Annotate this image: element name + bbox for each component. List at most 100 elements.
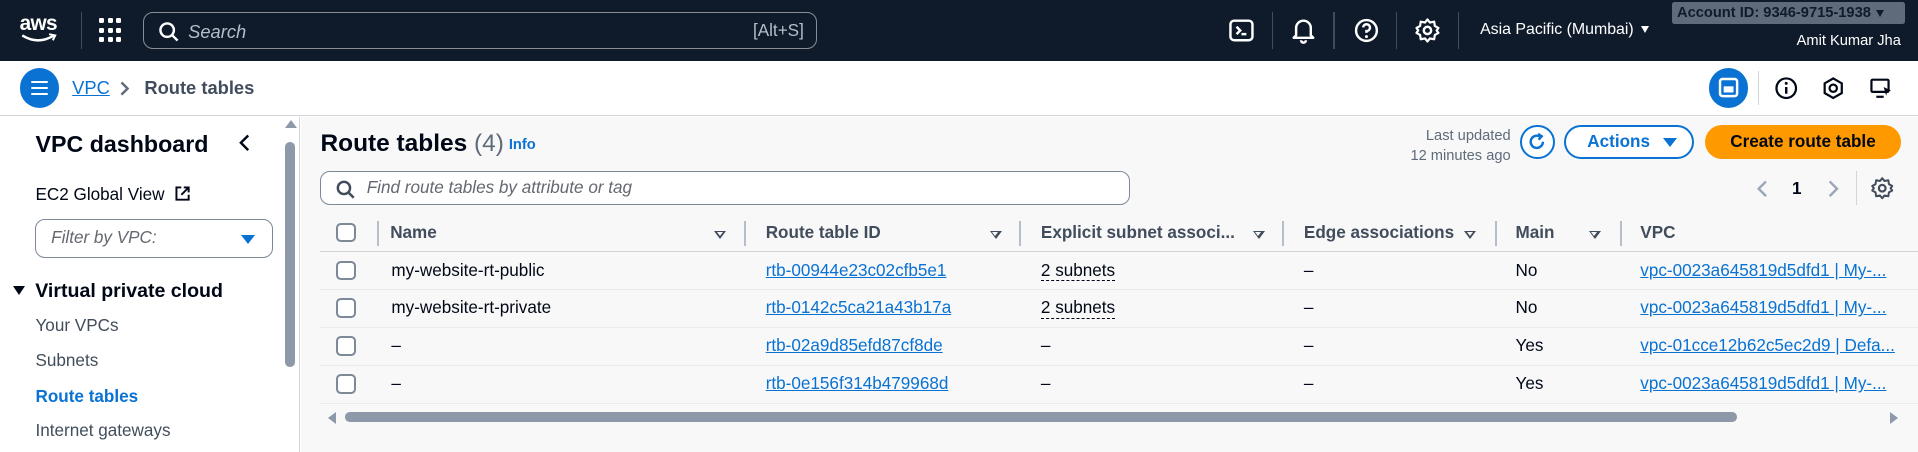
- info-link[interactable]: Info: [509, 137, 536, 153]
- scrollbar-thumb[interactable]: [344, 412, 1737, 422]
- info-panel-icon[interactable]: [1774, 76, 1798, 100]
- aws-logo[interactable]: aws: [20, 12, 62, 47]
- column-header-vpc[interactable]: VPC: [1640, 223, 1675, 243]
- breadcrumb-current: Route tables: [144, 77, 255, 99]
- sidebar-section-virtual-private-cloud[interactable]: Virtual private cloud: [13, 280, 223, 303]
- table-filter-input[interactable]: Find route tables by attribute or tag: [320, 171, 1131, 206]
- sort-icon[interactable]: [989, 231, 1002, 239]
- cell-route-table-id-link[interactable]: rtb-0e156f314b479968d: [766, 374, 949, 394]
- feedback-panel-icon[interactable]: [1869, 76, 1893, 100]
- filter-by-vpc-placeholder: Filter by VPC:: [51, 228, 157, 248]
- previous-page-icon[interactable]: [1755, 179, 1770, 199]
- top-navigation: aws Search [Alt+S] Asia Pacific (Mumbai)…: [0, 0, 1918, 62]
- sidebar-scrollbar[interactable]: [284, 117, 297, 452]
- table-horizontal-scrollbar[interactable]: [320, 409, 1898, 426]
- cell-subnet-associations: –: [1040, 336, 1051, 356]
- search-placeholder: Search: [188, 20, 247, 42]
- smile-arrow-icon: [21, 33, 57, 42]
- cell-edge-associations: –: [1303, 336, 1314, 356]
- region-caret-icon: [1641, 26, 1650, 33]
- cell-route-table-id-link[interactable]: rtb-0142c5ca21a43b17a: [766, 298, 952, 318]
- page-title-text: Route tables: [320, 129, 468, 157]
- cell-main: No: [1515, 298, 1538, 318]
- table-row[interactable]: my-website-rt-public rtb-00944e23c02cfb5…: [320, 252, 1918, 290]
- column-header-route-table-id[interactable]: Route table ID: [766, 223, 881, 243]
- row-checkbox[interactable]: [336, 336, 356, 356]
- actions-button[interactable]: Actions: [1564, 124, 1695, 159]
- row-checkbox[interactable]: [336, 374, 356, 394]
- cell-route-table-id-link[interactable]: rtb-00944e23c02cfb5e1: [766, 261, 947, 281]
- region-label: Asia Pacific (Mumbai): [1480, 20, 1634, 38]
- cell-vpc-link[interactable]: vpc-0023a645819d5dfd1 | My-...: [1640, 261, 1886, 281]
- cell-main: Yes: [1515, 374, 1544, 394]
- side-menu-button[interactable]: [19, 68, 59, 108]
- column-divider[interactable]: [1018, 221, 1022, 246]
- notifications-icon[interactable]: [1290, 17, 1317, 44]
- column-divider: [376, 221, 380, 246]
- sort-icon[interactable]: [1252, 231, 1265, 239]
- current-page-number[interactable]: 1: [1792, 179, 1802, 199]
- cell-vpc-link[interactable]: vpc-0023a645819d5dfd1 | My-...: [1640, 298, 1886, 318]
- collapse-sidebar-icon[interactable]: [236, 133, 253, 153]
- column-header-explicit-subnet-associations[interactable]: Explicit subnet associ...: [1041, 223, 1235, 243]
- global-search-input[interactable]: Search [Alt+S]: [143, 12, 818, 49]
- section-label: Virtual private cloud: [35, 280, 223, 303]
- cell-subnet-associations: –: [1040, 374, 1051, 394]
- table-row[interactable]: – rtb-0e156f314b479968d – – Yes vpc-0023…: [320, 366, 1918, 404]
- cell-subnet-associations[interactable]: 2 subnets: [1040, 261, 1116, 282]
- cell-route-table-id-link[interactable]: rtb-02a9d85efd87cf8de: [766, 336, 943, 356]
- row-checkbox[interactable]: [336, 298, 356, 318]
- services-grid-icon[interactable]: [99, 18, 123, 42]
- sidebar-item-route-tables[interactable]: Route tables: [35, 387, 138, 407]
- column-header-edge-associations[interactable]: Edge associations: [1304, 223, 1454, 243]
- column-divider[interactable]: [743, 221, 747, 246]
- cell-vpc-link[interactable]: vpc-0023a645819d5dfd1 | My-...: [1640, 374, 1886, 394]
- column-header-main[interactable]: Main: [1516, 223, 1555, 243]
- nav-divider: [1458, 12, 1460, 49]
- sidebar-item-subnets[interactable]: Subnets: [35, 351, 98, 371]
- refresh-button[interactable]: [1520, 124, 1555, 159]
- cell-name: –: [391, 374, 401, 394]
- create-route-table-button[interactable]: Create route table: [1705, 124, 1901, 159]
- app-root: aws Search [Alt+S] Asia Pacific (Mumbai)…: [0, 0, 1918, 452]
- filter-by-vpc-select[interactable]: Filter by VPC:: [35, 218, 273, 259]
- security-panel-icon[interactable]: [1821, 76, 1845, 100]
- sidebar-title[interactable]: VPC dashboard: [35, 131, 208, 158]
- table-preferences-gear-icon[interactable]: [1870, 176, 1894, 200]
- column-header-name[interactable]: Name: [390, 223, 437, 243]
- row-checkbox[interactable]: [336, 260, 356, 281]
- user-name[interactable]: Amit Kumar Jha: [1797, 33, 1901, 49]
- account-id-badge[interactable]: Account ID: 9346-9715-1938: [1672, 2, 1905, 25]
- sort-icon[interactable]: [1588, 231, 1601, 239]
- tools-panel-button[interactable]: [1708, 68, 1748, 108]
- sidebar-item-internet-gateways[interactable]: Internet gateways: [35, 421, 170, 441]
- column-divider[interactable]: [1494, 221, 1498, 246]
- cell-vpc-link[interactable]: vpc-01cce12b62c5ec2d9 | Defa...: [1640, 336, 1895, 356]
- settings-icon[interactable]: [1414, 17, 1441, 44]
- next-page-icon[interactable]: [1826, 179, 1841, 199]
- scroll-left-icon[interactable]: [328, 412, 336, 425]
- table-row[interactable]: – rtb-02a9d85efd87cf8de – – Yes vpc-01cc…: [320, 328, 1918, 366]
- sidebar-item-your-vpcs[interactable]: Your VPCs: [35, 316, 118, 336]
- region-selector[interactable]: Asia Pacific (Mumbai): [1480, 20, 1650, 39]
- nav-divider: [80, 12, 82, 49]
- scrollbar-thumb[interactable]: [285, 141, 295, 367]
- expanded-caret-icon: [13, 285, 26, 296]
- ec2-global-view-link[interactable]: EC2 Global View: [35, 185, 191, 205]
- scroll-up-icon[interactable]: [285, 120, 297, 128]
- column-divider[interactable]: [1281, 221, 1285, 246]
- scroll-right-icon[interactable]: [1890, 412, 1898, 425]
- help-icon[interactable]: [1353, 17, 1380, 44]
- column-divider[interactable]: [1619, 221, 1622, 246]
- select-all-checkbox[interactable]: [336, 222, 356, 243]
- breadcrumb-vpc-link[interactable]: VPC: [72, 77, 110, 99]
- table-row[interactable]: my-website-rt-private rtb-0142c5ca21a43b…: [320, 290, 1918, 328]
- sort-icon[interactable]: [714, 231, 727, 239]
- pager-divider: [1855, 171, 1857, 206]
- split-panel-icon: [1718, 78, 1739, 98]
- cloudshell-icon[interactable]: [1228, 17, 1255, 44]
- sort-icon[interactable]: [1464, 231, 1477, 239]
- cell-subnet-associations[interactable]: 2 subnets: [1040, 298, 1116, 320]
- actions-caret-icon: [1663, 137, 1678, 148]
- cell-name: –: [391, 336, 401, 356]
